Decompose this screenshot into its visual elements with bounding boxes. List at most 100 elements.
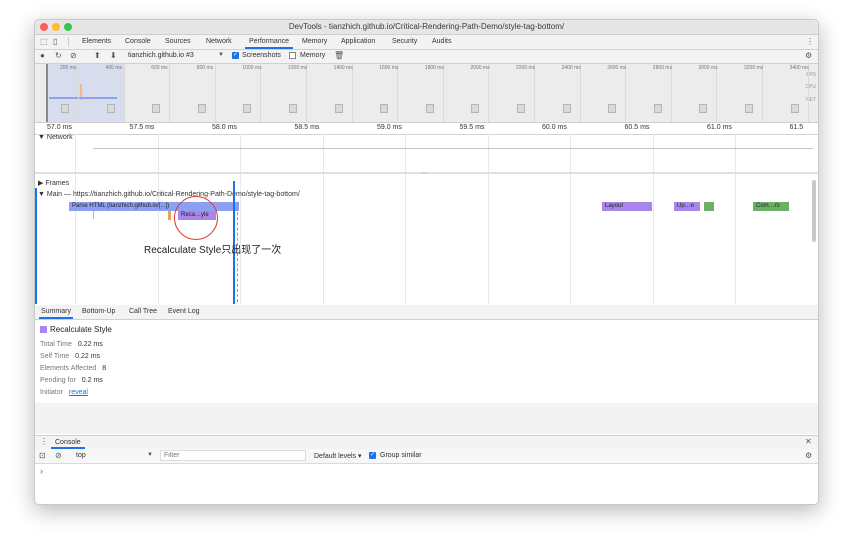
- screenshot-thumbnail[interactable]: [334, 104, 343, 113]
- tab-bottom-up[interactable]: Bottom-Up: [82, 305, 115, 319]
- ruler-tick-label: 58.5 ms: [294, 124, 320, 131]
- main-track-header[interactable]: ▼ Main — https://tianzhich.github.io/Cri…: [38, 191, 300, 198]
- sidebar-toggle-icon[interactable]: ⊡: [39, 450, 46, 461]
- composite-layers-event[interactable]: Com…rs: [753, 202, 789, 211]
- clear-icon[interactable]: ⊘: [70, 50, 77, 61]
- tab-security[interactable]: Security: [392, 35, 417, 49]
- tab-application[interactable]: Application: [341, 35, 375, 49]
- log-levels-select[interactable]: Default levels ▾: [314, 452, 361, 460]
- expand-triangle-icon: ▼: [38, 134, 45, 141]
- garbage-collect-icon[interactable]: 🗑: [334, 50, 344, 61]
- overview-gridline: [442, 64, 444, 122]
- upload-icon[interactable]: ⬆: [94, 50, 101, 61]
- tab-memory[interactable]: Memory: [302, 35, 327, 49]
- summary-row-pending-for: Pending for 0.2 ms: [40, 377, 103, 384]
- tab-summary[interactable]: Summary: [39, 305, 73, 319]
- screenshot-thumbnail[interactable]: [289, 104, 297, 113]
- ruler-tick-label: 60.5 ms: [624, 124, 650, 131]
- screenshot-thumbnail[interactable]: [653, 104, 662, 113]
- screenshot-thumbnail[interactable]: [608, 104, 617, 113]
- selection-handle-left[interactable]: [46, 64, 48, 122]
- overview-tick-label: 2400 ms: [561, 65, 581, 71]
- console-drawer-tab[interactable]: Console: [51, 436, 85, 449]
- screenshot-thumbnail[interactable]: [380, 104, 389, 113]
- download-icon[interactable]: ⬇: [110, 50, 117, 61]
- console-prompt[interactable]: ›: [40, 466, 43, 476]
- overview-tick-label: 1800 ms: [424, 65, 444, 71]
- clear-console-icon[interactable]: ⊘: [55, 450, 62, 461]
- close-icon[interactable]: ✕: [805, 436, 812, 447]
- context-select[interactable]: top: [76, 452, 86, 459]
- drawer-menu-icon[interactable]: ⋮: [40, 436, 48, 447]
- summary-row-self-time: Self Time 0.22 ms: [40, 353, 100, 360]
- ruler-tick-label: 61.5: [789, 124, 804, 131]
- tab-performance[interactable]: Performance: [245, 35, 293, 49]
- summary-row-elements-affected: Elements Affected 8: [40, 365, 106, 372]
- tab-audits[interactable]: Audits: [432, 35, 451, 49]
- overview-gridline: [306, 64, 307, 122]
- screenshots-checkbox[interactable]: ✓: [232, 52, 239, 59]
- overview-tick-label: 2600 ms: [607, 65, 627, 71]
- paint-event[interactable]: [704, 202, 714, 211]
- screenshot-thumbnail[interactable]: [790, 104, 799, 113]
- frames-track-header[interactable]: ▶ Frames: [38, 179, 69, 187]
- gear-icon[interactable]: ⚙: [805, 50, 812, 61]
- screenshot-thumbnail[interactable]: [61, 104, 69, 113]
- screenshot-thumbnail[interactable]: [745, 104, 753, 113]
- screenshot-thumbnail[interactable]: [471, 104, 480, 113]
- overview-gridline: [260, 64, 262, 122]
- small-event[interactable]: [168, 211, 171, 220]
- overview-tick-label: 200 ms: [60, 65, 77, 71]
- screenshot-thumbnail[interactable]: [425, 104, 434, 113]
- empty-panel-area: [35, 403, 818, 434]
- overview-tick-label: 400 ms: [105, 65, 122, 71]
- record-icon[interactable]: ●: [40, 50, 45, 61]
- overview-gridline: [625, 64, 627, 122]
- screenshot-thumbnail[interactable]: [517, 104, 525, 113]
- screenshot-thumbnail[interactable]: [699, 104, 708, 113]
- device-toolbar-icon[interactable]: ▯: [53, 36, 57, 47]
- ruler-tick-label: 59.5 ms: [459, 124, 485, 131]
- console-toolbar: ⊡ ⊘ top ▼ Default levels ▾ ✓ Group simil…: [35, 449, 818, 464]
- network-activity: [49, 97, 117, 99]
- inspect-element-icon[interactable]: ⬚: [40, 36, 48, 47]
- ruler-tick-label: 57.0 ms: [47, 124, 72, 131]
- event-connector: [93, 211, 94, 219]
- frames-track-label: Frames: [45, 180, 70, 187]
- update-layer-tree-event[interactable]: Up…e: [674, 202, 700, 211]
- tab-event-log[interactable]: Event Log: [168, 305, 200, 319]
- tab-call-tree[interactable]: Call Tree: [129, 305, 157, 319]
- timeline-overview[interactable]: FPS CPU NET 200 ms 400 ms 600 ms 800 ms 1000…: [35, 64, 818, 123]
- summary-row-initiator: Initiator reveal: [40, 389, 88, 396]
- tab-sources[interactable]: Sources: [165, 35, 191, 49]
- group-similar-checkbox[interactable]: ✓: [369, 452, 376, 459]
- screenshots-label: Screenshots: [242, 52, 281, 59]
- overview-gridline: [579, 64, 581, 122]
- filter-input[interactable]: [160, 450, 306, 461]
- tab-network[interactable]: Network: [206, 35, 232, 49]
- layout-event[interactable]: Layout: [602, 202, 652, 211]
- flame-scrollbar[interactable]: [812, 180, 816, 242]
- recording-select[interactable]: tianzhich.github.io #3: [128, 52, 194, 59]
- summary-panel: Recalculate Style Total Time 0.22 ms Sel…: [35, 320, 818, 402]
- memory-checkbox[interactable]: [289, 52, 296, 59]
- reveal-link[interactable]: reveal: [69, 389, 88, 396]
- tab-console[interactable]: Console: [125, 35, 151, 49]
- screenshot-thumbnail[interactable]: [197, 104, 206, 113]
- screenshot-thumbnail[interactable]: [152, 104, 161, 113]
- more-options-icon[interactable]: ⋮: [806, 36, 814, 47]
- screenshot-thumbnail[interactable]: [243, 104, 252, 113]
- screenshot-thumbnail[interactable]: [106, 104, 115, 113]
- tab-elements[interactable]: Elements: [82, 35, 111, 49]
- summary-row-total-time: Total Time 0.22 ms: [40, 341, 103, 348]
- network-track-header[interactable]: ▼ Network: [38, 134, 73, 141]
- divider: [68, 37, 69, 47]
- overview-selection[interactable]: [46, 64, 125, 122]
- details-tab-bar: Summary Bottom-Up Call Tree Event Log: [35, 305, 818, 320]
- screenshot-thumbnail[interactable]: [562, 104, 571, 113]
- gear-icon[interactable]: ⚙: [805, 450, 812, 461]
- main-track-label: Main — https://tianzhich.github.io/Criti…: [46, 191, 300, 198]
- overview-gridline: [488, 64, 490, 122]
- splitter-handle-icon[interactable]: ⋯: [422, 170, 428, 177]
- reload-icon[interactable]: ↻: [55, 50, 62, 61]
